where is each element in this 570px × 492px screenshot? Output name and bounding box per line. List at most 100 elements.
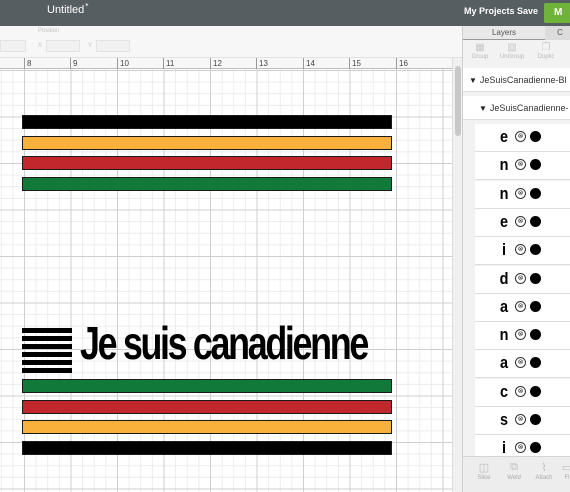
canvas-scrollbar[interactable]: [452, 58, 462, 492]
layer-row[interactable]: a ⊗: [475, 350, 570, 379]
scrollbar-thumb[interactable]: [455, 66, 461, 136]
slice-button[interactable]: ◫ Slice: [469, 461, 499, 481]
expand-triangle-icon[interactable]: ▼: [479, 97, 487, 119]
flatten-label: Fl: [564, 475, 570, 481]
layer-thumbnail: s: [499, 410, 509, 429]
save-button[interactable]: Save: [517, 6, 538, 16]
layer-row[interactable]: s ⊗: [475, 407, 570, 435]
ruler-mark: 8: [24, 58, 31, 69]
layer-subgroup-row[interactable]: ▼ JeSuisCanadienne-: [463, 96, 570, 120]
ruler-mark: 10: [117, 58, 129, 69]
layer-color-swatch[interactable]: [530, 159, 541, 171]
flatten-icon: ▭: [561, 462, 570, 474]
layer-row[interactable]: d ⊗: [475, 265, 570, 294]
tab-color-sync[interactable]: C: [545, 26, 570, 40]
edit-toolbar: Position X Y: [0, 26, 462, 58]
layer-row[interactable]: n ⊗: [475, 322, 570, 351]
ungroup-label: UnGroup: [499, 54, 525, 60]
tab-layers[interactable]: Layers: [463, 26, 545, 40]
attach-label: Attach: [535, 475, 553, 481]
x-position-field[interactable]: [46, 40, 80, 52]
logo-line: [22, 344, 72, 349]
layer-row[interactable]: e ⊗: [475, 208, 570, 237]
make-it-button[interactable]: M: [544, 3, 570, 23]
hide-layer-icon[interactable]: ⊗: [515, 215, 526, 227]
layer-color-swatch[interactable]: [530, 357, 541, 369]
slice-label: Slice: [477, 475, 491, 481]
red-stripe[interactable]: [22, 156, 392, 170]
layer-color-swatch[interactable]: [530, 187, 541, 199]
hide-layer-icon[interactable]: ⊗: [515, 357, 526, 369]
weld-label: Weld: [507, 475, 521, 481]
green-stripe[interactable]: [22, 177, 392, 191]
design-canvas[interactable]: 8 9 10 11 12 13 14 15 16 Je suis canadie…: [0, 58, 462, 492]
x-label: X: [38, 43, 43, 49]
layer-thumbnail: d: [499, 268, 509, 288]
duplicate-button[interactable]: ❐ Duplic: [531, 42, 561, 60]
ruler-mark: 12: [210, 58, 222, 69]
layer-color-swatch[interactable]: [530, 414, 541, 425]
hide-layer-icon[interactable]: ⊗: [515, 385, 526, 397]
layer-color-swatch[interactable]: [530, 385, 541, 397]
document-title[interactable]: Untitled*: [47, 2, 88, 16]
attach-button[interactable]: ⌇ Attach: [529, 461, 559, 481]
layer-color-swatch[interactable]: [530, 329, 541, 341]
layer-row[interactable]: n ⊗: [475, 180, 570, 209]
logo-line: [22, 352, 72, 357]
layer-row[interactable]: a ⊗: [475, 293, 570, 322]
black-stripe[interactable]: [22, 115, 392, 129]
hide-layer-icon[interactable]: ⊗: [515, 414, 526, 425]
ungroup-button[interactable]: ▧ UnGroup: [497, 42, 527, 60]
layer-color-swatch[interactable]: [530, 215, 541, 227]
layer-thumbnail: e: [499, 211, 509, 231]
ruler-mark: 9: [70, 58, 77, 69]
yellow-stripe[interactable]: [22, 136, 392, 150]
green-stripe[interactable]: [22, 379, 392, 393]
layer-thumbnail: n: [499, 325, 509, 345]
layer-color-swatch[interactable]: [530, 244, 541, 256]
duplicate-icon: ❐: [541, 42, 551, 53]
lines-logo[interactable]: [22, 328, 72, 373]
paperclip-icon: ⌇: [541, 462, 547, 474]
layer-group-row[interactable]: ▼ JeSuisCanadienne-Bl: [463, 68, 570, 92]
y-position-field[interactable]: [96, 40, 130, 52]
position-label: Position: [38, 28, 60, 34]
layer-thumbnail: e: [499, 127, 509, 146]
layers-panel: Layers C ▦ Group ▧ UnGroup ❐ Duplic ▼ JeSuis…: [462, 26, 570, 492]
size-field[interactable]: [0, 40, 26, 52]
flatten-button[interactable]: ▭ Fl: [557, 461, 570, 481]
top-bar: Untitled* My Projects Save M: [0, 0, 570, 26]
panel-bottom-toolbar: ◫ Slice ⧉ Weld ⌇ Attach ▭ Fl: [463, 456, 570, 492]
black-stripe[interactable]: [22, 441, 392, 455]
weld-button[interactable]: ⧉ Weld: [499, 461, 529, 481]
layer-row[interactable]: n ⊗: [475, 152, 570, 181]
layer-thumbnail: a: [499, 296, 509, 316]
hide-layer-icon[interactable]: ⊗: [515, 272, 526, 284]
red-stripe[interactable]: [22, 400, 392, 414]
ungroup-icon: ▧: [507, 42, 517, 53]
expand-triangle-icon[interactable]: ▼: [469, 69, 477, 91]
hide-layer-icon[interactable]: ⊗: [515, 244, 526, 256]
layer-row[interactable]: e ⊗: [475, 124, 570, 152]
layer-thumbnail: c: [499, 381, 509, 401]
hide-layer-icon[interactable]: ⊗: [515, 187, 526, 199]
my-projects-link[interactable]: My Projects: [464, 6, 515, 16]
hide-layer-icon[interactable]: ⊗: [515, 300, 526, 312]
hide-layer-icon[interactable]: ⊗: [515, 442, 526, 454]
layer-row[interactable]: i ⊗: [475, 237, 570, 266]
layer-thumbnail: n: [499, 183, 509, 203]
ruler-mark: 14: [303, 58, 315, 69]
hide-layer-icon[interactable]: ⊗: [515, 159, 526, 171]
hide-layer-icon[interactable]: ⊗: [515, 131, 526, 142]
layer-color-swatch[interactable]: [530, 272, 541, 284]
yellow-stripe[interactable]: [22, 420, 392, 434]
layer-thumbnail: i: [501, 240, 507, 260]
group-button[interactable]: ▦ Group: [465, 42, 495, 60]
slogan-text[interactable]: Je suis canadienne: [80, 320, 369, 366]
layer-color-swatch[interactable]: [530, 131, 541, 142]
layer-color-swatch[interactable]: [530, 442, 541, 454]
logo-line: [22, 360, 72, 365]
hide-layer-icon[interactable]: ⊗: [515, 329, 526, 341]
layer-color-swatch[interactable]: [530, 300, 541, 312]
layer-row[interactable]: c ⊗: [475, 378, 570, 407]
